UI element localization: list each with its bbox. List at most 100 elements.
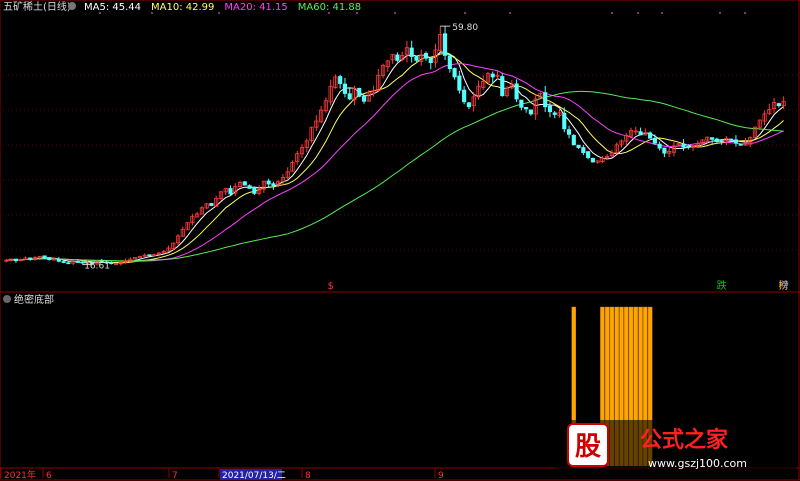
candle-body bbox=[271, 183, 276, 187]
candle-body bbox=[428, 58, 433, 63]
candle-body bbox=[543, 92, 548, 108]
ma-legend: MA60: 41.88 bbox=[298, 2, 361, 13]
candle-body bbox=[357, 87, 362, 97]
candle-body bbox=[347, 93, 352, 100]
candle-body bbox=[342, 83, 348, 94]
candle-body bbox=[662, 147, 667, 154]
candle-body bbox=[528, 109, 533, 115]
candle-body bbox=[686, 145, 691, 148]
candle-body bbox=[638, 131, 643, 136]
candle-body bbox=[586, 151, 591, 158]
top-dot bbox=[637, 12, 639, 14]
stock-chart: 59.8016.61 $ 跌财榜 绝密底部 2021年 6 7 2021/07/13/二… bbox=[0, 0, 800, 481]
candle-body bbox=[242, 181, 247, 186]
sub-title: 绝密底部 bbox=[14, 293, 54, 306]
signal-marker: 跌 bbox=[717, 279, 727, 292]
candle-body bbox=[562, 112, 567, 130]
chart-title: 五矿稀土(日线) bbox=[3, 0, 71, 13]
signal-bars: 绝密底部 bbox=[3, 293, 653, 467]
candle-body bbox=[714, 138, 719, 142]
candle-body bbox=[681, 143, 686, 148]
top-dot bbox=[509, 12, 511, 14]
ma-line bbox=[6, 52, 784, 264]
top-dot bbox=[464, 12, 466, 14]
candle-body bbox=[514, 83, 519, 100]
candle-body bbox=[576, 144, 581, 148]
sub-panel-title: 绝密底部 bbox=[3, 293, 54, 306]
candle-body bbox=[733, 139, 739, 144]
top-dot bbox=[661, 12, 663, 14]
candle-body bbox=[447, 55, 452, 70]
candle-body bbox=[719, 140, 724, 142]
candle-body bbox=[500, 76, 505, 97]
axis-tick-label: 2021/07/13/二 bbox=[222, 471, 286, 481]
signal-marker: $ bbox=[327, 281, 333, 292]
candle-body bbox=[729, 138, 734, 141]
candle-body bbox=[776, 103, 781, 107]
candle-body bbox=[266, 180, 271, 185]
candle-body bbox=[47, 257, 52, 261]
watermark-title: 公式之家 bbox=[640, 427, 729, 453]
top-dot bbox=[611, 12, 613, 14]
candle-body bbox=[109, 262, 114, 265]
candle-body bbox=[42, 255, 47, 259]
top-dot bbox=[744, 12, 746, 14]
chart-frame bbox=[0, 0, 800, 481]
moving-average-lines bbox=[6, 51, 784, 264]
header-legend: 五矿稀土(日线) MA5: 45.44 MA10: 42.99 MA20: 41.15… bbox=[3, 0, 361, 13]
top-dot bbox=[719, 12, 721, 14]
watermark-badge-text: 股 bbox=[575, 432, 601, 462]
high-label: 59.80 bbox=[452, 23, 478, 33]
candle-body bbox=[247, 185, 252, 189]
candle-body bbox=[710, 137, 715, 140]
settings-icon bbox=[68, 2, 76, 10]
axis-tick-label: 9 bbox=[438, 471, 444, 481]
axis-tick-label: 7 bbox=[172, 471, 178, 481]
candle-body bbox=[652, 137, 657, 144]
watermark: 股 公式之家 www.gszj100.com bbox=[556, 420, 796, 470]
candle-body bbox=[228, 188, 233, 195]
candle-body bbox=[66, 262, 71, 265]
candle-body bbox=[466, 102, 471, 108]
candle-body bbox=[457, 75, 462, 91]
ma-line bbox=[6, 90, 784, 262]
top-dot bbox=[218, 12, 220, 14]
candle-body bbox=[395, 54, 400, 61]
candle-body bbox=[490, 73, 495, 78]
ma-line bbox=[6, 51, 784, 264]
grid-lines bbox=[0, 0, 800, 481]
candle-body bbox=[361, 95, 367, 102]
candle-body bbox=[28, 257, 33, 260]
axis-tick-label: 2021年 bbox=[4, 469, 36, 481]
axis-tick-label: 8 bbox=[305, 471, 311, 481]
candle-body bbox=[566, 129, 572, 135]
ma-line bbox=[6, 62, 784, 262]
candle-body bbox=[547, 105, 553, 113]
candle-body bbox=[338, 76, 343, 84]
candle-body bbox=[442, 33, 448, 56]
candle-body bbox=[571, 135, 576, 146]
candle-body bbox=[581, 147, 586, 153]
candle-body bbox=[56, 259, 61, 262]
watermark-url: www.gszj100.com bbox=[648, 457, 747, 470]
candle-body bbox=[462, 89, 467, 103]
candle-body bbox=[252, 187, 257, 194]
signal-marker: 榜 bbox=[779, 279, 789, 292]
candle-body bbox=[61, 261, 66, 263]
candle-body bbox=[648, 132, 653, 139]
candle-body bbox=[209, 203, 214, 206]
ma-legend: MA20: 41.15 bbox=[224, 2, 287, 13]
axis-tick-label: 6 bbox=[46, 471, 52, 481]
candle-body bbox=[414, 56, 419, 61]
low-label: 16.61 bbox=[84, 262, 110, 272]
candle-body bbox=[552, 112, 557, 115]
ma-legend: MA10: 42.99 bbox=[151, 2, 214, 13]
candle-body bbox=[423, 53, 429, 59]
candle-body bbox=[13, 258, 18, 262]
candle-body bbox=[147, 254, 152, 257]
candle-body bbox=[524, 106, 529, 110]
candle-body bbox=[657, 143, 662, 149]
candle-body bbox=[75, 261, 80, 263]
ma-legend: MA5: 45.44 bbox=[84, 2, 141, 13]
candlesticks: 59.80 16.61 bbox=[4, 23, 786, 272]
